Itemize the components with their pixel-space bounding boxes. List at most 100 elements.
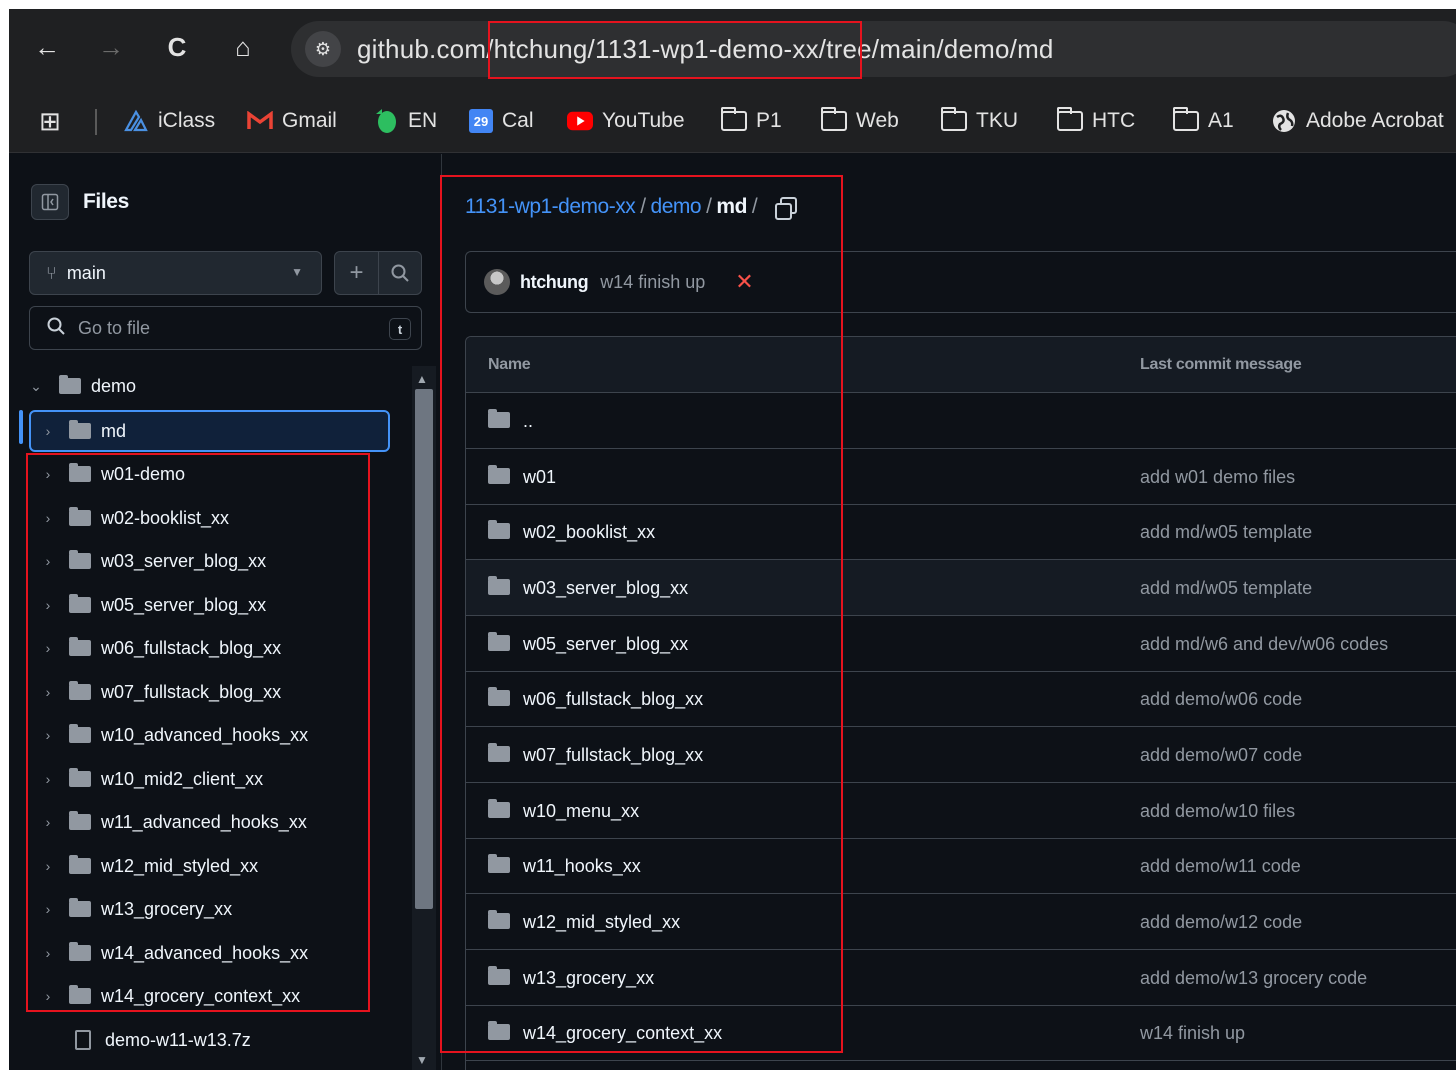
row-name[interactable]: w14_grocery_context_xx (523, 1023, 722, 1044)
bookmark-label: Adobe Acrobat (1306, 109, 1444, 132)
row-name[interactable]: .. (523, 411, 533, 432)
row-message[interactable]: add demo/w10 files (1140, 801, 1295, 822)
bookmark-web[interactable]: Web (821, 107, 899, 135)
tree-item-demo[interactable]: ⌄ demo (25, 366, 386, 406)
copy-path-icon[interactable] (774, 196, 798, 220)
reload-icon[interactable]: C (159, 29, 195, 65)
bookmark-youtube[interactable]: YouTube (567, 107, 685, 135)
row-name[interactable]: w02_booklist_xx (523, 522, 655, 543)
row-name[interactable]: w13_grocery_xx (523, 968, 654, 989)
collapse-panel-icon[interactable] (31, 184, 69, 220)
row-message[interactable]: add md/w6 and dev/w06 codes (1140, 634, 1388, 655)
commit-message[interactable]: w14 finish up (600, 272, 705, 293)
row-name[interactable]: w06_fullstack_blog_xx (523, 689, 703, 710)
table-row[interactable]: w07_fullstack_blog_xx add demo/w07 code (466, 727, 1456, 783)
tree-item-folder[interactable]: › w01-demo (29, 454, 390, 494)
bookmark-iclass[interactable]: iClass (123, 107, 215, 135)
check-failed-icon[interactable]: ✕ (735, 269, 753, 295)
row-message[interactable]: w14 finish up (1140, 1023, 1245, 1044)
table-row[interactable]: .. (466, 393, 1456, 449)
folder-icon (488, 576, 510, 595)
table-row[interactable]: w05_server_blog_xx add md/w6 and dev/w06 … (466, 616, 1456, 672)
table-row[interactable]: w03_server_blog_xx add md/w05 template (466, 560, 1456, 616)
tree-item-file[interactable]: demo-w11-w13.7z (29, 1020, 390, 1060)
table-row[interactable]: w01 add w01 demo files (466, 449, 1456, 505)
row-message[interactable]: add demo/w12 code (1140, 912, 1302, 933)
branch-selector[interactable]: ⑂ main ▼ (29, 251, 322, 295)
tree-item-md[interactable]: › md (29, 410, 390, 452)
folder-icon (69, 507, 91, 526)
omnibox[interactable]: ⚙ github.com/htchung/1131-wp1-demo-xx/tr… (291, 21, 1456, 77)
tree-item-label: w11_advanced_hooks_xx (101, 811, 307, 832)
bookmark-gmail[interactable]: Gmail (247, 107, 337, 135)
row-name[interactable]: w10_menu_xx (523, 801, 639, 822)
row-name[interactable]: w12_mid_styled_xx (523, 912, 680, 933)
tree-item-label: md (101, 420, 127, 441)
table-row[interactable]: w12_mid_styled_xx add demo/w12 code (466, 894, 1456, 950)
row-name[interactable]: w05_server_blog_xx (523, 634, 688, 655)
row-message[interactable]: add md/w05 template (1140, 578, 1312, 599)
scroll-up-icon[interactable]: ▲ (416, 372, 428, 386)
tree-item-folder[interactable]: › w13_grocery_xx (29, 889, 390, 929)
evernote-icon (373, 109, 399, 133)
bookmark-a1[interactable]: A1 (1173, 107, 1234, 135)
bookmark-en[interactable]: EN (373, 107, 437, 135)
url-text[interactable]: github.com/htchung/1131-wp1-demo-xx/tree… (357, 34, 1054, 65)
row-message[interactable]: add demo/w13 grocery code (1140, 968, 1367, 989)
tree-item-folder[interactable]: › w02-booklist_xx (29, 498, 390, 538)
breadcrumb-separator: / (640, 195, 646, 218)
avatar[interactable] (484, 269, 510, 295)
tree-item-folder[interactable]: › w10_advanced_hooks_xx (29, 715, 390, 755)
row-name[interactable]: w07_fullstack_blog_xx (523, 745, 703, 766)
breadcrumb-repo[interactable]: 1131-wp1-demo-xx (465, 195, 636, 219)
forward-icon[interactable]: → (93, 29, 129, 65)
row-message[interactable]: add demo/w07 code (1140, 745, 1302, 766)
bookmark-label: HTC (1092, 109, 1136, 132)
search-icon[interactable] (377, 252, 421, 294)
row-name[interactable]: w01 (523, 467, 556, 488)
commit-author[interactable]: htchung (520, 272, 589, 293)
go-to-file-input[interactable]: Go to file t (29, 306, 422, 350)
scroll-down-icon[interactable]: ▼ (416, 1053, 428, 1067)
row-name[interactable]: w11_hooks_xx (523, 856, 641, 877)
bookmark-p1[interactable]: P1 (721, 107, 782, 135)
table-row[interactable]: w13_grocery_xx add demo/w13 grocery code (466, 950, 1456, 1006)
table-row[interactable]: w10_menu_xx add demo/w10 files (466, 783, 1456, 839)
breadcrumb-folder[interactable]: demo (651, 195, 702, 219)
add-file-icon[interactable]: + (335, 252, 378, 294)
folder-icon (721, 107, 747, 131)
table-row[interactable]: w11_hooks_xx add demo/w11 code (466, 838, 1456, 894)
bookmark-cal[interactable]: 29 Cal (469, 107, 534, 135)
folder-icon (69, 768, 91, 787)
tree-item-folder[interactable]: › w06_fullstack_blog_xx (29, 628, 390, 668)
table-row[interactable]: w06_fullstack_blog_xx add demo/w06 code (466, 671, 1456, 727)
bookmark-adobe-acrobat[interactable]: Adobe Acrobat (1271, 107, 1444, 135)
table-row[interactable]: w14_grocery_context_xx w14 finish up (466, 1005, 1456, 1061)
table-row[interactable]: w02_booklist_xx add md/w05 template (466, 504, 1456, 560)
file-table: Name Last commit message .. w01 add w01 d… (465, 336, 1456, 1070)
row-message[interactable]: add md/w05 template (1140, 522, 1312, 543)
tree-item-folder[interactable]: › w05_server_blog_xx (29, 585, 390, 625)
iclass-icon (123, 109, 149, 133)
tree-item-folder[interactable]: › w12_mid_styled_xx (29, 846, 390, 886)
site-info-icon[interactable]: ⚙ (305, 31, 341, 67)
tree-item-folder[interactable]: › w11_advanced_hooks_xx (29, 802, 390, 842)
tree-item-folder[interactable]: › w07_fullstack_blog_xx (29, 672, 390, 712)
scrollbar-thumb[interactable] (415, 389, 433, 909)
bookmarks-bar: ⊞ iClass Gmail EN 29 Cal YouTube P1 Web (9, 89, 1456, 153)
apps-icon[interactable]: ⊞ (39, 106, 61, 136)
tree-item-folder[interactable]: › w03_server_blog_xx (29, 541, 390, 581)
row-message[interactable]: add demo/w11 code (1140, 856, 1301, 877)
folder-icon (69, 637, 91, 656)
row-name[interactable]: w03_server_blog_xx (523, 578, 688, 599)
tree-item-folder[interactable]: › w10_mid2_client_xx (29, 759, 390, 799)
row-message[interactable]: add demo/w06 code (1140, 689, 1302, 710)
home-icon[interactable]: ⌂ (225, 29, 261, 65)
tree-item-folder[interactable]: › w14_advanced_hooks_xx (29, 933, 390, 973)
tree-item-folder[interactable]: › w14_grocery_context_xx (29, 976, 390, 1016)
back-icon[interactable]: ← (29, 29, 65, 65)
bookmark-tku[interactable]: TKU (941, 107, 1018, 135)
row-message[interactable]: add w01 demo files (1140, 467, 1295, 488)
tree-item-label: w10_advanced_hooks_xx (101, 724, 309, 745)
bookmark-htc[interactable]: HTC (1057, 107, 1135, 135)
